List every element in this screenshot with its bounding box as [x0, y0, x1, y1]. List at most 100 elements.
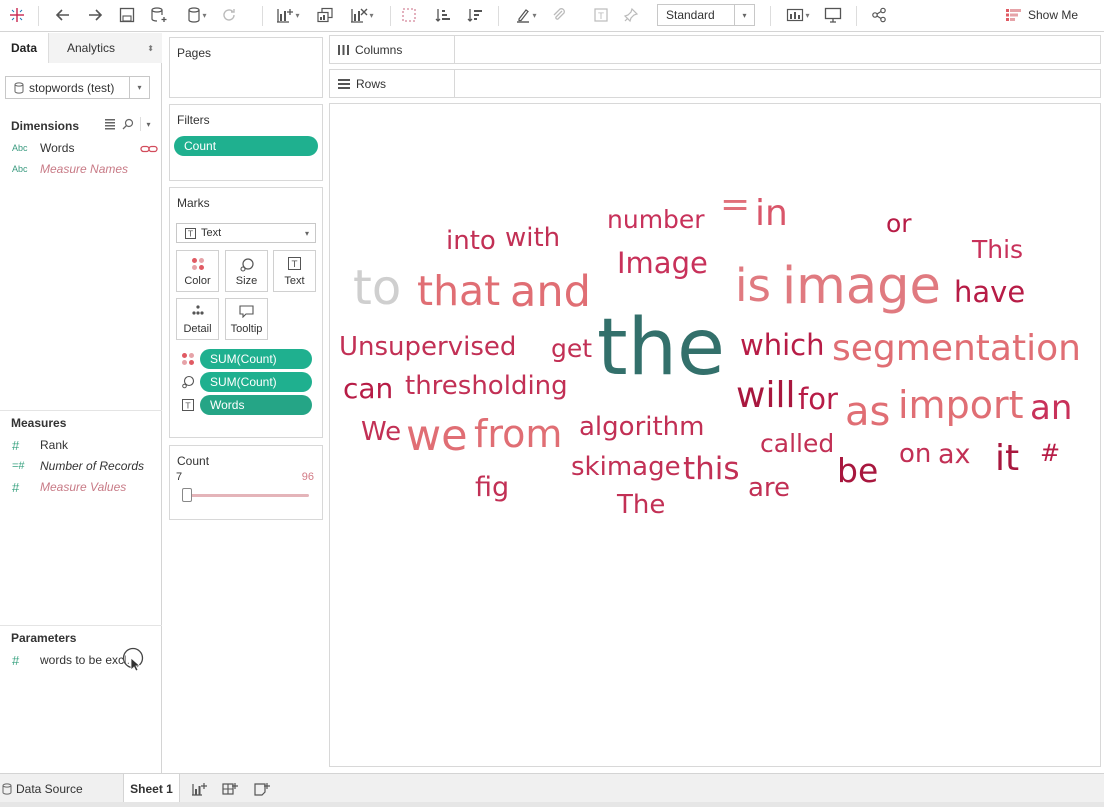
word-fig[interactable]: fig [475, 474, 509, 501]
field-rank[interactable]: # Rank [12, 436, 68, 454]
field-words[interactable]: Abc Words [12, 139, 74, 157]
tab-data-source[interactable]: Data Source [2, 774, 83, 803]
word-from[interactable]: from [474, 415, 562, 453]
swap-rows-columns-icon[interactable] [398, 4, 420, 26]
sheet-tabs-bar: Data Source Sheet 1 [0, 773, 1104, 803]
word-into[interactable]: into [446, 228, 496, 254]
data-source-selector[interactable]: stopwords (test) ▾ [5, 76, 150, 99]
filter-pill-count[interactable]: Count [174, 136, 318, 156]
clear-sheet-icon[interactable]: ▾ [344, 4, 380, 26]
rows-shelf[interactable]: Rows [329, 69, 1101, 98]
filters-card[interactable]: Filters Count [169, 104, 323, 181]
fix-axes-icon[interactable] [620, 4, 642, 26]
svg-text:T: T [185, 402, 191, 411]
highlight-icon[interactable]: ▾ [508, 4, 544, 26]
tab-data[interactable]: Data [0, 33, 48, 63]
undo-icon[interactable] [52, 4, 74, 26]
search-icon[interactable] [122, 118, 134, 133]
presentation-mode-icon[interactable] [822, 4, 844, 26]
tableau-logo-icon[interactable] [6, 4, 28, 26]
new-worksheet-icon[interactable]: ▾ [270, 4, 306, 26]
word-in[interactable]: in [755, 196, 788, 232]
detail-button[interactable]: Detail [176, 298, 219, 340]
columns-shelf[interactable]: Columns [329, 35, 1101, 64]
word-can[interactable]: can [343, 375, 393, 403]
slider-handle[interactable] [182, 488, 192, 502]
new-dashboard-tab-icon[interactable] [220, 774, 240, 803]
word-which[interactable]: which [740, 331, 824, 360]
field-words-to-be-excluded[interactable]: # words to be excl... [12, 651, 137, 669]
show-mark-labels-icon[interactable]: T [590, 4, 612, 26]
view-data-icon[interactable] [104, 118, 116, 133]
word-hash[interactable]: # [1040, 441, 1060, 465]
word-and[interactable]: and [510, 271, 591, 314]
word-that[interactable]: that [417, 271, 500, 312]
field-measure-values[interactable]: # Measure Values [12, 478, 126, 496]
word-as[interactable]: as [845, 392, 890, 432]
slider-track[interactable] [187, 494, 309, 497]
redo-icon[interactable] [84, 4, 106, 26]
word-we[interactable]: we [406, 415, 468, 458]
word-this-cap[interactable]: This [972, 237, 1023, 262]
duplicate-sheet-icon[interactable] [314, 4, 336, 26]
word-get[interactable]: get [551, 336, 592, 361]
pill-words-text[interactable]: Words [200, 395, 312, 415]
word-it[interactable]: it [995, 441, 1019, 477]
word-import[interactable]: import [898, 386, 1023, 424]
word-unsupervised[interactable]: Unsupervised [339, 334, 516, 360]
word-image[interactable]: image [782, 261, 941, 312]
new-data-source-icon[interactable] [148, 4, 170, 26]
word-an[interactable]: an [1030, 391, 1072, 425]
group-members-icon[interactable] [548, 4, 570, 26]
pause-updates-icon[interactable]: ▾ [180, 4, 214, 26]
field-number-of-records[interactable]: =# Number of Records [12, 457, 144, 475]
tab-analytics[interactable]: Analytics ⬍ [48, 33, 162, 63]
field-measure-names[interactable]: Abc Measure Names [12, 160, 128, 178]
tooltip-button[interactable]: Tooltip [225, 298, 268, 340]
word-have[interactable]: have [954, 278, 1025, 307]
word-are[interactable]: are [748, 475, 790, 501]
word-called[interactable]: called [760, 431, 834, 456]
sort-ascending-icon[interactable] [432, 4, 454, 26]
rows-icon [338, 78, 350, 89]
word-on[interactable]: on [899, 441, 931, 467]
word-ax[interactable]: ax [938, 441, 971, 468]
word-segmentation[interactable]: segmentation [832, 331, 1081, 367]
sort-descending-icon[interactable] [464, 4, 486, 26]
new-story-tab-icon[interactable] [252, 774, 272, 803]
fit-dropdown[interactable]: Standard ▾ [657, 4, 755, 26]
word-to[interactable]: to [353, 264, 401, 312]
word-will[interactable]: will [736, 378, 795, 414]
word-or[interactable]: or [886, 211, 912, 236]
word-this[interactable]: this [683, 454, 740, 485]
word-with[interactable]: with [505, 225, 560, 251]
word-algorithm[interactable]: algorithm [579, 414, 704, 440]
show-me-button[interactable]: Show Me [1006, 4, 1078, 26]
word-the-cap[interactable]: The [617, 492, 665, 518]
save-icon[interactable] [116, 4, 138, 26]
dimensions-menu-icon[interactable]: ▾ [140, 117, 156, 131]
refresh-icon[interactable] [218, 4, 240, 26]
word-number[interactable]: number [607, 207, 705, 232]
size-button[interactable]: Size [225, 250, 268, 292]
pill-sum-count-size[interactable]: SUM(Count) [200, 372, 312, 392]
color-button[interactable]: Color [176, 250, 219, 292]
cards-view-icon[interactable]: ▾ [780, 4, 816, 26]
pill-sum-count-color[interactable]: SUM(Count) [200, 349, 312, 369]
word-image-cap[interactable]: Image [617, 249, 708, 278]
word-for[interactable]: for [798, 385, 838, 414]
pages-card[interactable]: Pages [169, 37, 323, 98]
text-button[interactable]: T Text [273, 250, 316, 292]
word-thresholding[interactable]: thresholding [405, 373, 568, 399]
word-equals[interactable]: = [720, 187, 750, 223]
worksheet-view[interactable]: the to that and is image = in number Ima… [329, 103, 1101, 767]
mark-type-dropdown[interactable]: T Text ▾ [176, 223, 316, 243]
tab-sheet-1[interactable]: Sheet 1 [123, 774, 180, 803]
word-the[interactable]: the [597, 309, 725, 387]
word-be[interactable]: be [837, 454, 878, 487]
share-icon[interactable] [868, 4, 890, 26]
word-skimage[interactable]: skimage [571, 454, 681, 480]
word-is[interactable]: is [735, 263, 771, 308]
word-we-cap[interactable]: We [361, 419, 401, 445]
new-worksheet-tab-icon[interactable] [189, 774, 209, 803]
